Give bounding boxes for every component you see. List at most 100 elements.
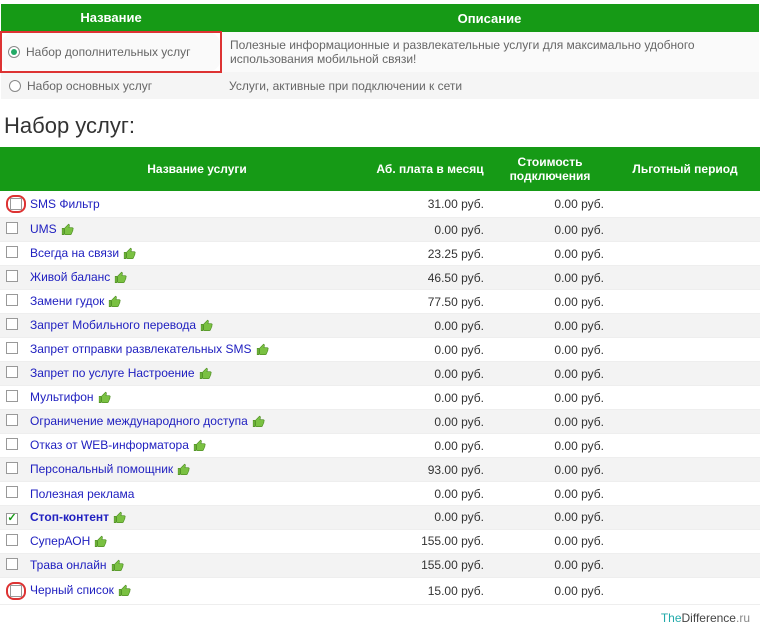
row-fee: 0.00 руб. [370,363,490,385]
thumbs-up-icon[interactable] [61,223,75,237]
thumbs-up-icon[interactable] [200,319,214,333]
row-cost: 0.00 руб. [490,580,610,602]
row-checkbox[interactable] [6,222,18,234]
brand-part-2: Difference [682,611,736,625]
service-link[interactable]: СуперАОН [30,534,90,548]
row-fee: 0.00 руб. [370,339,490,361]
thumbs-up-icon[interactable] [193,439,207,453]
row-check-cell [0,506,24,529]
row-checkbox[interactable] [6,366,18,378]
row-grace [610,537,760,545]
radio-button[interactable] [9,80,21,92]
service-link[interactable]: Замени гудок [30,294,104,308]
service-link[interactable]: UMS [30,222,57,236]
header-desc: Описание [221,4,759,32]
row-fee: 0.00 руб. [370,315,490,337]
service-link[interactable]: SMS Фильтр [30,197,100,211]
row-cost: 0.00 руб. [490,315,610,337]
service-link[interactable]: Отказ от WEB-информатора [30,438,189,452]
row-check-cell [0,314,24,337]
row-checkbox[interactable] [6,318,18,330]
service-link[interactable]: Ограничение международного доступа [30,414,248,428]
row-grace [610,490,760,498]
service-link[interactable]: Черный список [30,583,114,597]
table-row: UMS0.00 руб.0.00 руб. [0,218,760,242]
service-link[interactable]: Персональный помощник [30,462,173,476]
row-checkbox[interactable] [6,390,18,402]
row-checkbox[interactable] [6,438,18,450]
row-checkbox[interactable] [10,198,22,210]
thumbs-up-icon[interactable] [113,511,127,525]
thumbs-up-icon[interactable] [108,295,122,309]
brand-part-3: .ru [736,611,750,625]
thumbs-up-icon[interactable] [177,463,191,477]
row-checkbox[interactable] [6,462,18,474]
row-grace [610,274,760,282]
table-row: Отказ от WEB-информатора0.00 руб.0.00 ру… [0,434,760,458]
package-set-cell[interactable]: Набор дополнительных услуг [1,32,221,72]
row-checkbox[interactable] [6,534,18,546]
service-link[interactable]: Запрет Мобильного перевода [30,318,196,332]
package-set-cell[interactable]: Набор основных услуг [1,72,221,99]
services-table: Название услуги Аб. плата в месяц Стоимо… [0,147,760,605]
section-title: Набор услуг: [4,113,760,139]
row-check-cell [0,482,24,505]
service-link[interactable]: Запрет по услуге Настроение [30,366,195,380]
row-check-cell [0,530,24,553]
thumbs-up-icon[interactable] [123,247,137,261]
row-checkbox[interactable] [10,585,22,597]
service-link[interactable]: Живой баланс [30,270,110,284]
package-set-header: Название Описание [1,4,759,32]
row-cost: 0.00 руб. [490,339,610,361]
thumbs-up-icon[interactable] [98,391,112,405]
table-row: Замени гудок77.50 руб.0.00 руб. [0,290,760,314]
header-cost-col: Стоимость подключения [490,147,610,191]
service-link[interactable]: Стоп-контент [30,510,109,524]
table-row: Полезная реклама0.00 руб.0.00 руб. [0,482,760,506]
row-grace [610,466,760,474]
row-checkbox[interactable] [6,246,18,258]
row-cost: 0.00 руб. [490,411,610,433]
row-checkbox[interactable] [6,414,18,426]
row-name-cell: Замени гудок [24,290,370,313]
package-set-desc: Услуги, активные при подключении к сети [221,72,759,99]
service-link[interactable]: Запрет отправки развлекательных SMS [30,342,252,356]
thumbs-up-icon[interactable] [114,271,128,285]
row-name-cell: Запрет Мобильного перевода [24,314,370,337]
row-check-cell [0,434,24,457]
row-checkbox[interactable] [6,558,18,570]
table-row: Запрет Мобильного перевода 0.00 руб.0.00 … [0,314,760,338]
row-cost: 0.00 руб. [490,267,610,289]
table-row: Персональный помощник93.00 руб.0.00 руб. [0,458,760,482]
row-checkbox[interactable] [6,513,18,525]
row-grace [610,394,760,402]
row-cost: 0.00 руб. [490,483,610,505]
thumbs-up-icon[interactable] [111,559,125,573]
package-set-label: Набор дополнительных услуг [26,45,191,59]
service-link[interactable]: Всегда на связи [30,246,119,260]
service-link[interactable]: Мультифон [30,390,94,404]
row-checkbox[interactable] [6,342,18,354]
row-cost: 0.00 руб. [490,193,610,215]
row-checkbox[interactable] [6,486,18,498]
row-cost: 0.00 руб. [490,387,610,409]
row-checkbox[interactable] [6,270,18,282]
thumbs-up-icon[interactable] [118,584,132,598]
row-check-cell [0,362,24,385]
row-name-cell: Запрет отправки развлекательных SMS [24,338,370,361]
row-name-cell: Полезная реклама [24,483,370,505]
row-checkbox[interactable] [6,294,18,306]
row-cost: 0.00 руб. [490,506,610,528]
row-fee: 46.50 руб. [370,267,490,289]
thumbs-up-icon[interactable] [256,343,270,357]
row-cost: 0.00 руб. [490,459,610,481]
thumbs-up-icon[interactable] [199,367,213,381]
package-set-label: Набор основных услуг [27,79,152,93]
row-fee: 0.00 руб. [370,435,490,457]
radio-button[interactable] [8,46,20,58]
thumbs-up-icon[interactable] [94,535,108,549]
row-grace [610,226,760,234]
thumbs-up-icon[interactable] [252,415,266,429]
table-row: Живой баланс 46.50 руб.0.00 руб. [0,266,760,290]
service-link[interactable]: Полезная реклама [30,487,134,501]
